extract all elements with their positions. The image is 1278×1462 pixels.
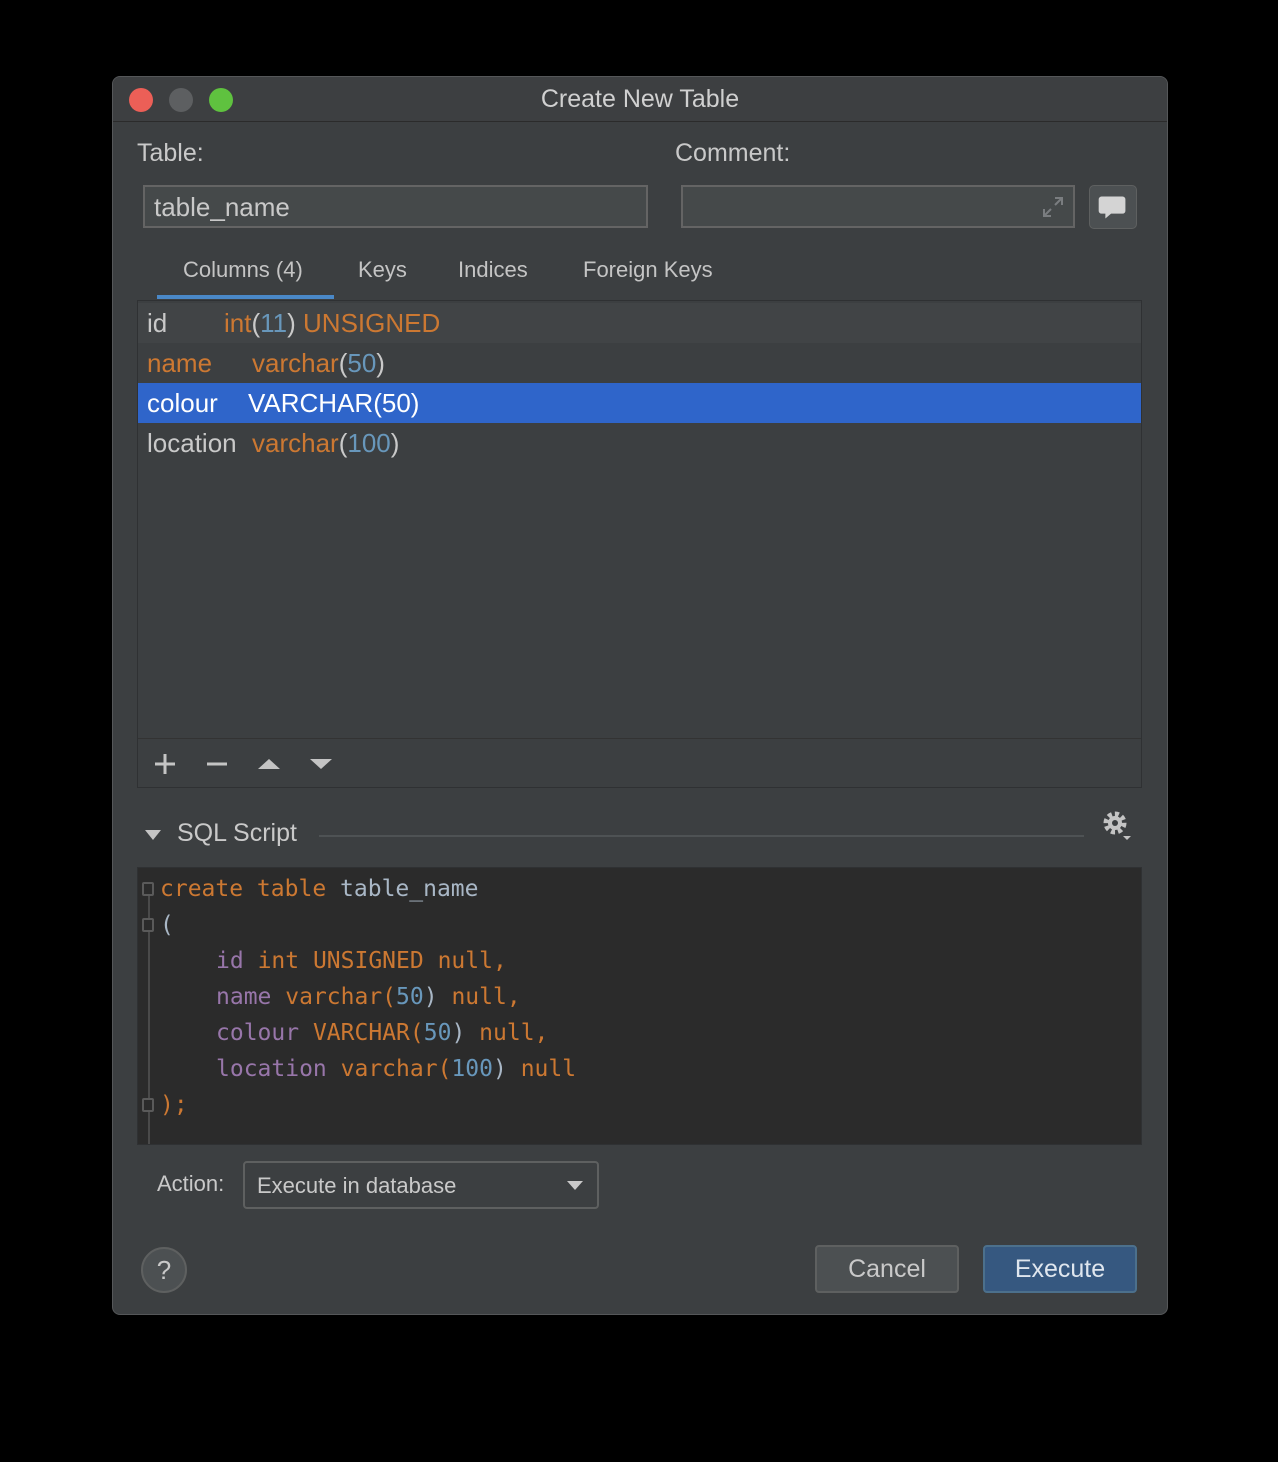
table-name-input[interactable]: table_name (143, 185, 648, 228)
column-row-id[interactable]: id int(11) UNSIGNED (138, 303, 1141, 343)
sql-line-2: ( (160, 912, 174, 938)
gear-icon[interactable] (1101, 809, 1135, 843)
tab-foreign-keys[interactable]: Foreign Keys (583, 257, 713, 283)
divider (319, 835, 1084, 837)
column-row-location[interactable]: location varchar(100) (138, 423, 1141, 463)
chevron-down-icon (567, 1181, 583, 1190)
action-select-value: Execute in database (257, 1173, 457, 1198)
sql-line-7: ); (160, 1092, 188, 1118)
column-name: colour (147, 388, 218, 418)
expand-icon[interactable] (1041, 195, 1065, 219)
remove-icon[interactable] (202, 749, 232, 779)
create-table-dialog: Create New Table Table: Comment: table_n… (112, 76, 1168, 1315)
column-name: id (147, 308, 168, 338)
table-label: Table: (137, 139, 204, 167)
column-type: varchar(50) (252, 348, 385, 378)
execute-button[interactable]: Execute (983, 1245, 1137, 1293)
help-button[interactable]: ? (141, 1247, 187, 1293)
collapse-triangle-icon[interactable] (143, 825, 163, 845)
column-row-colour[interactable]: colour VARCHAR(50) (138, 383, 1141, 423)
action-select[interactable]: Execute in database (243, 1161, 599, 1209)
move-up-icon[interactable] (254, 749, 284, 779)
cancel-button[interactable]: Cancel (815, 1245, 959, 1293)
comment-input[interactable] (681, 185, 1075, 228)
add-icon[interactable] (150, 749, 180, 779)
active-tab-indicator (157, 295, 334, 299)
move-down-icon[interactable] (306, 749, 336, 779)
comment-label: Comment: (675, 139, 791, 167)
action-label: Action: (157, 1171, 225, 1196)
fold-marker-icon[interactable] (142, 918, 154, 932)
sql-line-4: name varchar(50) null, (216, 984, 521, 1010)
speech-bubble-icon (1098, 196, 1126, 219)
column-row-name[interactable]: name varchar(50) (138, 343, 1141, 383)
sql-script-title: SQL Script (177, 819, 297, 847)
column-name: location (147, 428, 237, 458)
sql-line-6: location varchar(100) null (216, 1056, 577, 1082)
column-type: VARCHAR(50) (248, 388, 420, 418)
sql-line-3: id int UNSIGNED null, (216, 948, 507, 974)
table-name-value: table_name (154, 192, 290, 222)
tab-indices[interactable]: Indices (458, 257, 528, 283)
comment-button[interactable] (1089, 185, 1137, 229)
window-title: Create New Table (540, 85, 740, 113)
columns-list: id int(11) UNSIGNED name varchar(50) col… (137, 300, 1142, 788)
sql-line-1: create table table_name (160, 876, 479, 902)
fold-marker-icon[interactable] (142, 1098, 154, 1112)
tab-columns[interactable]: Columns (4) (183, 257, 303, 283)
column-name: name (147, 348, 213, 378)
sql-line-5: colour VARCHAR(50) null, (216, 1020, 549, 1046)
columns-toolbar (138, 738, 1141, 787)
fold-marker-icon[interactable] (142, 882, 154, 896)
tab-keys[interactable]: Keys (358, 257, 407, 283)
column-type: varchar(100) (252, 428, 400, 458)
title-bar: Create New Table (113, 77, 1167, 122)
column-type: int(11) UNSIGNED (224, 308, 441, 338)
sql-editor[interactable]: create table table_name ( id int UNSIGNE… (137, 867, 1142, 1145)
